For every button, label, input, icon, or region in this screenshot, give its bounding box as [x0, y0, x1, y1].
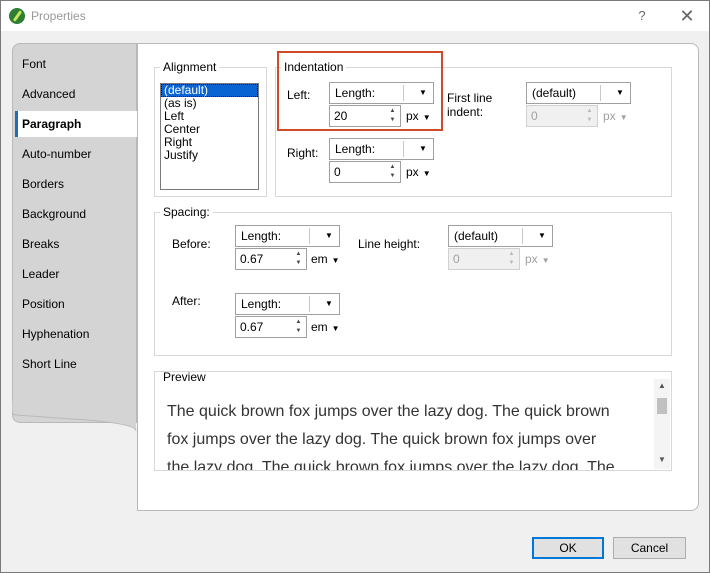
first-line-label-line1: First line	[447, 91, 493, 105]
spin-down-icon: ▼	[508, 260, 515, 266]
first-line-mode-select[interactable]: (default) ▼	[526, 82, 631, 104]
spacing-before-value: 0.67	[240, 252, 264, 266]
spin-up-icon: ▲	[586, 108, 593, 114]
indent-left-highlight	[277, 51, 443, 131]
chevron-down-icon: ▼	[538, 231, 546, 240]
tab-breaks[interactable]: Breaks	[19, 231, 137, 257]
chevron-down-icon: ▼	[419, 144, 427, 153]
line-height-label: Line height:	[358, 237, 421, 251]
first-line-label-line2: indent:	[447, 105, 484, 119]
first-line-value-spinner: 0 ▲ ▼	[526, 105, 598, 127]
line-height-value-spinner: 0 ▲ ▼	[448, 248, 520, 270]
tab-strip-tail	[12, 401, 137, 431]
first-line-unit-select: px ▼	[603, 105, 628, 127]
indent-right-unit-value: px	[406, 165, 419, 179]
spin-down-icon[interactable]: ▼	[292, 327, 305, 336]
spacing-after-unit-select[interactable]: em ▼	[311, 316, 340, 338]
alignment-label: Alignment	[160, 60, 220, 74]
cancel-button[interactable]: Cancel	[613, 537, 686, 559]
tab-advanced[interactable]: Advanced	[19, 81, 137, 107]
line-height-unit-value: px	[525, 252, 538, 266]
preview-label: Preview	[160, 372, 209, 384]
chevron-down-icon: ▼	[331, 256, 340, 265]
tab-borders[interactable]: Borders	[19, 171, 137, 197]
indent-right-label: Right:	[287, 146, 319, 160]
spin-down-icon[interactable]: ▼	[386, 172, 399, 181]
combo-separator	[522, 228, 523, 244]
spacing-before-mode-value: Length:	[241, 229, 282, 243]
first-line-indent-label: First line indent:	[447, 91, 492, 119]
preview-scrollbar[interactable]: ▲ ▼	[654, 379, 670, 469]
app-leaf-icon	[9, 8, 25, 24]
line-height-mode-value: (default)	[454, 229, 499, 243]
tab-hyphenation[interactable]: Hyphenation	[19, 321, 137, 347]
spacing-after-mode-select[interactable]: Length: ▼	[235, 293, 340, 315]
preview-line: The quick brown fox jumps over the lazy …	[167, 403, 610, 420]
spin-up-icon[interactable]: ▲	[386, 163, 399, 172]
alignment-listbox[interactable]: (default) (as is) Left Center Right Just…	[160, 83, 259, 190]
first-line-value: 0	[531, 109, 538, 123]
spacing-after-mode-value: Length:	[241, 297, 282, 311]
preview-box[interactable]: Preview The quick brown fox jumps over t…	[154, 371, 672, 471]
tab-paragraph[interactable]: Paragraph	[15, 111, 137, 137]
chevron-down-icon: ▼	[422, 169, 431, 178]
indent-right-mode-value: Length:	[335, 142, 376, 156]
properties-dialog: Properties ? ✕ Font Advanced Paragraph A…	[0, 0, 710, 573]
spin-down-icon[interactable]: ▼	[292, 259, 305, 268]
preview-line: the lazy dog. The quick brown fox jumps …	[167, 459, 615, 471]
spacing-label: Spacing:	[160, 205, 213, 219]
spacing-before-label: Before:	[172, 237, 211, 251]
spacing-after-value: 0.67	[240, 320, 264, 334]
first-line-unit-value: px	[603, 109, 616, 123]
tab-leader[interactable]: Leader	[19, 261, 137, 287]
indent-right-value: 0	[334, 165, 341, 179]
spacing-before-mode-select[interactable]: Length: ▼	[235, 225, 340, 247]
close-button[interactable]: ✕	[677, 5, 697, 27]
chevron-down-icon: ▼	[325, 231, 333, 240]
combo-separator	[600, 85, 601, 101]
spin-up-icon[interactable]: ▲	[292, 318, 305, 327]
chevron-down-icon: ▼	[619, 113, 628, 122]
spacing-after-unit-value: em	[311, 320, 328, 334]
line-height-value: 0	[453, 252, 460, 266]
chevron-down-icon: ▼	[325, 299, 333, 308]
indent-right-value-spinner[interactable]: 0 ▲ ▼	[329, 161, 401, 183]
scroll-thumb[interactable]	[657, 398, 667, 414]
chevron-down-icon: ▼	[616, 88, 624, 97]
tab-background[interactable]: Background	[19, 201, 137, 227]
scroll-up-icon[interactable]: ▲	[654, 379, 670, 393]
chevron-down-icon: ▼	[331, 324, 340, 333]
spacing-group: Spacing:	[154, 205, 672, 356]
tab-position[interactable]: Position	[19, 291, 137, 317]
tab-short-line[interactable]: Short Line	[19, 351, 137, 377]
first-line-mode-value: (default)	[532, 86, 577, 100]
spacing-after-label: After:	[172, 294, 201, 308]
spacing-before-value-spinner[interactable]: 0.67 ▲ ▼	[235, 248, 307, 270]
spin-up-icon[interactable]: ▲	[292, 250, 305, 259]
combo-separator	[309, 296, 310, 312]
alignment-option-justify[interactable]: Justify	[161, 149, 258, 162]
spacing-before-unit-select[interactable]: em ▼	[311, 248, 340, 270]
preview-line: fox jumps over the lazy dog. The quick b…	[167, 431, 597, 448]
chevron-down-icon: ▼	[541, 256, 550, 265]
line-height-unit-select: px ▼	[525, 248, 550, 270]
combo-separator	[309, 228, 310, 244]
ok-button[interactable]: OK	[532, 537, 604, 559]
spacing-after-value-spinner[interactable]: 0.67 ▲ ▼	[235, 316, 307, 338]
spacing-before-unit-value: em	[311, 252, 328, 266]
title-bar: Properties ? ✕	[1, 1, 709, 31]
indent-right-mode-select[interactable]: Length: ▼	[329, 138, 434, 160]
tab-font[interactable]: Font	[19, 51, 137, 77]
window-title: Properties	[31, 9, 86, 23]
help-button[interactable]: ?	[634, 6, 650, 26]
spin-down-icon: ▼	[586, 117, 593, 123]
indent-right-unit-select[interactable]: px ▼	[406, 161, 431, 183]
line-height-mode-select[interactable]: (default) ▼	[448, 225, 553, 247]
tab-auto-number[interactable]: Auto-number	[19, 141, 137, 167]
combo-separator	[403, 141, 404, 157]
preview-text: The quick brown fox jumps over the lazy …	[167, 398, 647, 471]
scroll-down-icon[interactable]: ▼	[654, 453, 670, 467]
spin-up-icon: ▲	[508, 251, 515, 257]
